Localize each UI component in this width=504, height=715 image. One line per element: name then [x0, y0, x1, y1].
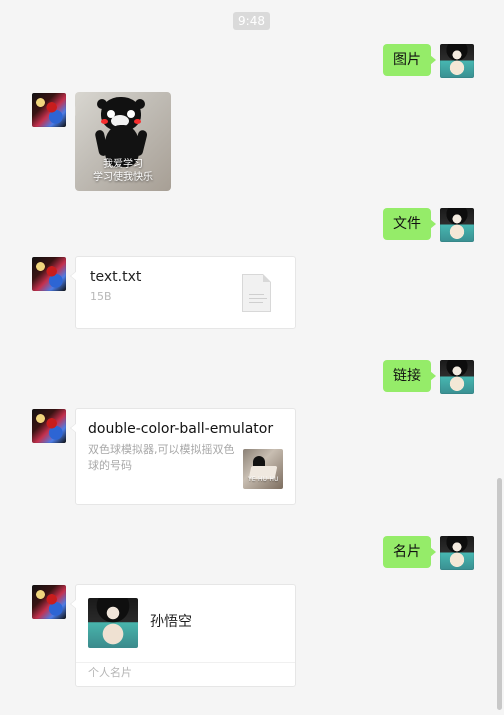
link-description: 双色球模拟器,可以模拟摇双色球的号码: [88, 443, 235, 472]
image-message[interactable]: 我爱学习 学习使我快乐: [75, 92, 171, 191]
contact-footer: 个人名片: [88, 666, 132, 679]
sent-message-image-label[interactable]: 图片: [383, 44, 436, 76]
contact-card-avatar: [88, 598, 138, 648]
scrollbar[interactable]: [497, 478, 502, 710]
link-thumbnail: YE HU HU: [243, 449, 283, 489]
sent-message-file-label[interactable]: 文件: [383, 208, 436, 240]
file-name: text.txt: [90, 269, 142, 285]
sent-message-link-label[interactable]: 链接: [383, 360, 436, 392]
user-avatar[interactable]: [440, 360, 474, 394]
file-message-card[interactable]: text.txt 15B: [70, 256, 296, 329]
contact-avatar[interactable]: [32, 409, 66, 443]
link-title: double-color-ball-emulator: [88, 421, 274, 437]
user-avatar[interactable]: [440, 44, 474, 78]
file-size: 15B: [90, 290, 112, 303]
contact-card[interactable]: 孙悟空 个人名片: [70, 584, 296, 687]
contact-avatar[interactable]: [32, 585, 66, 619]
link-message-card[interactable]: double-color-ball-emulator 双色球模拟器,可以模拟摇双…: [70, 408, 296, 505]
user-avatar[interactable]: [440, 536, 474, 570]
contact-avatar[interactable]: [32, 93, 66, 127]
user-avatar[interactable]: [440, 208, 474, 242]
message-time: 9:48: [233, 12, 270, 30]
image-caption: 我爱学习 学习使我快乐: [93, 159, 153, 183]
file-icon: [242, 274, 271, 312]
thumbnail-text: YE HU HU: [248, 476, 279, 483]
contact-name: 孙悟空: [150, 614, 192, 630]
sent-message-contact-label[interactable]: 名片: [383, 536, 436, 568]
contact-divider: [76, 662, 295, 663]
chat-window: 9:48 图片 我爱学习 学习使我快乐 文件 text.txt 15B 链接 d…: [0, 0, 504, 715]
contact-avatar[interactable]: [32, 257, 66, 291]
